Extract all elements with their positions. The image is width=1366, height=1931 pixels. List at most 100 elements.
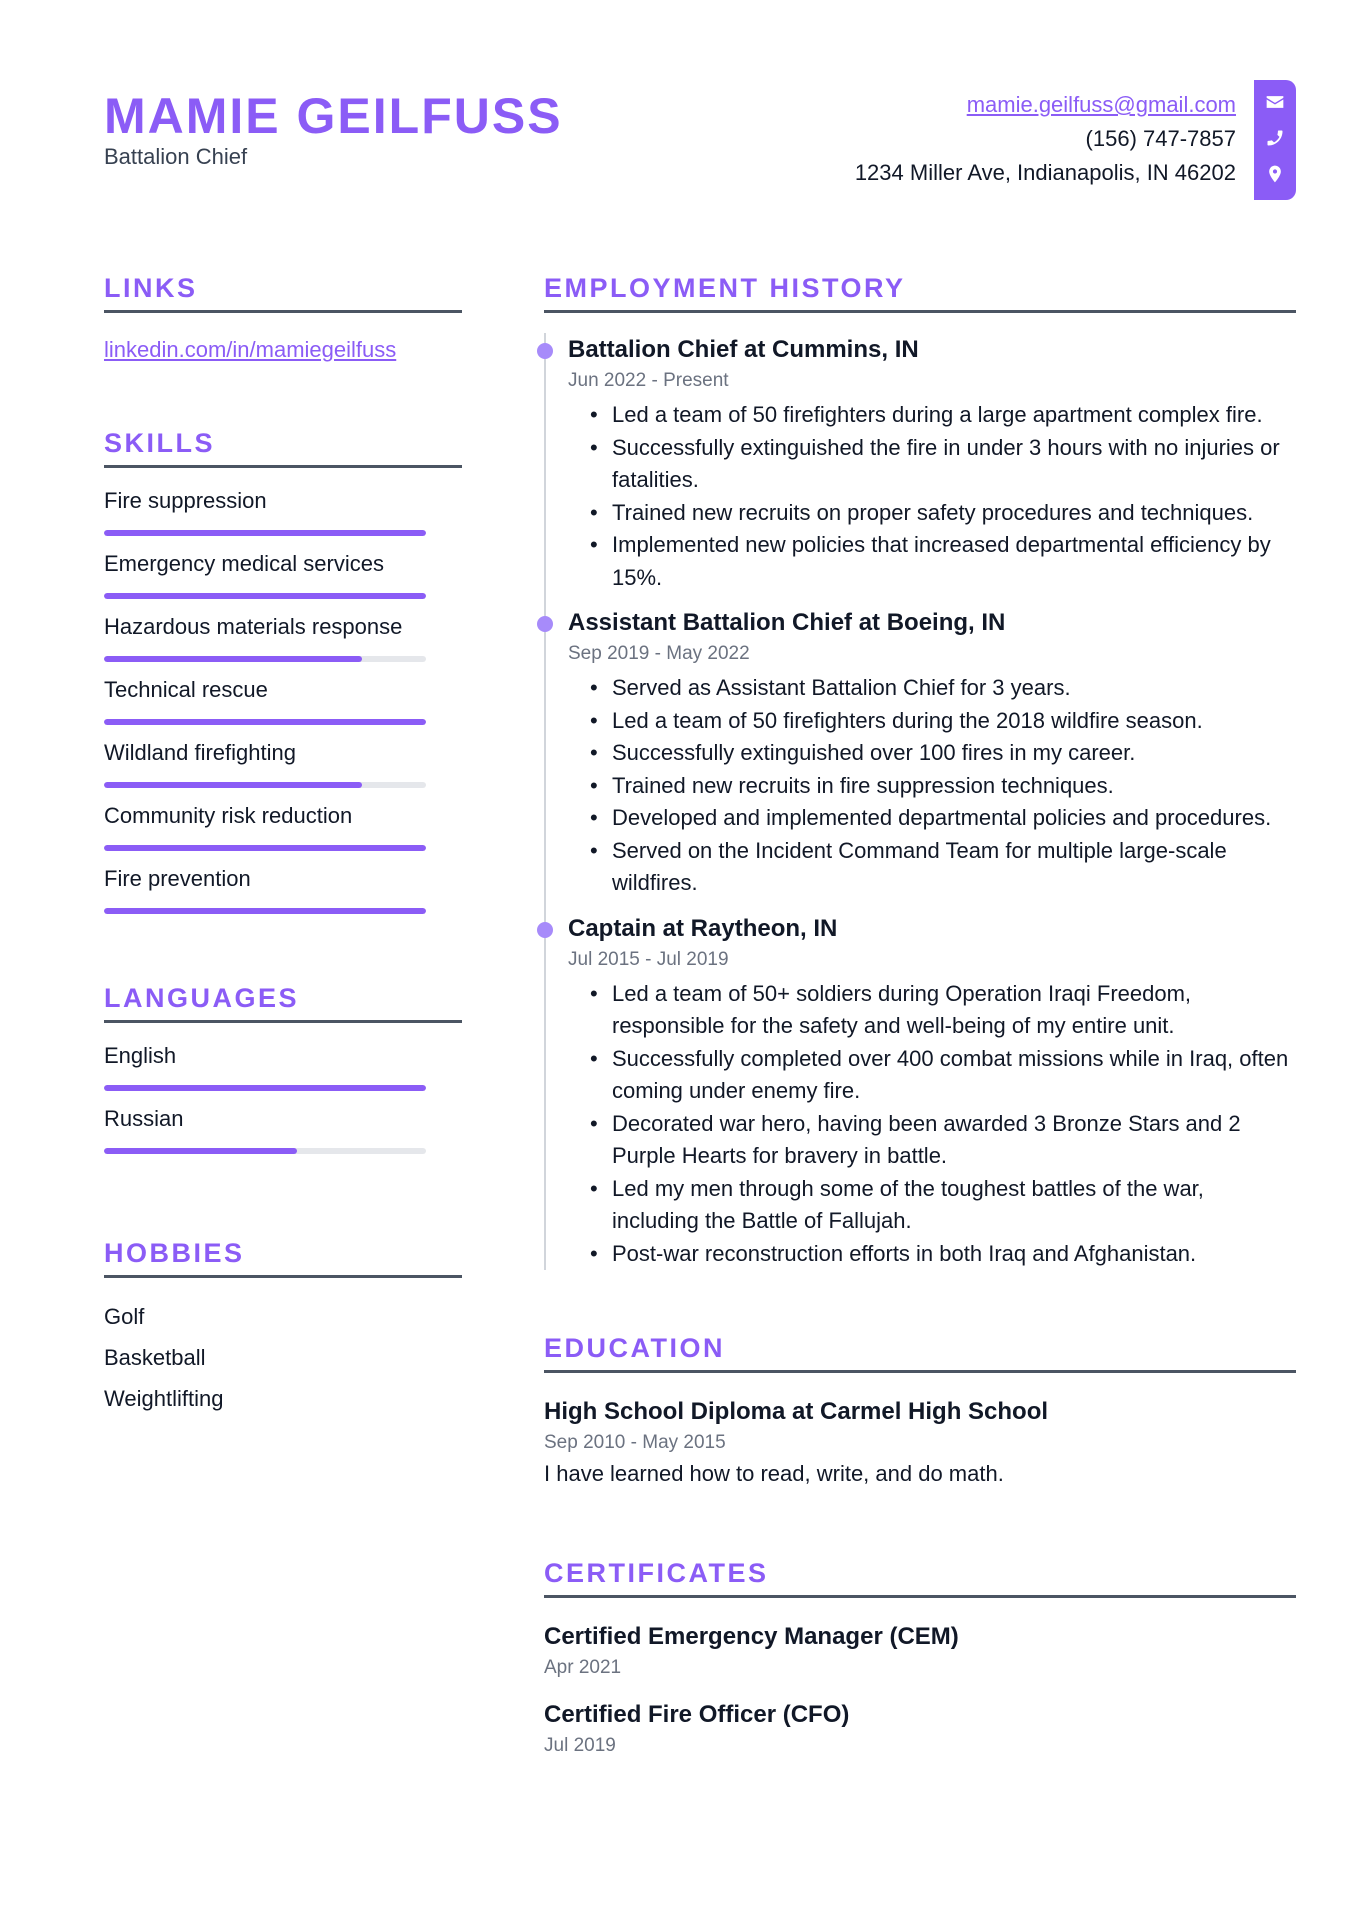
job-title: Battalion Chief — [104, 144, 248, 169]
section-title: CERTIFICATES — [544, 1555, 1296, 1598]
certificates-section: CERTIFICATES Certified Emergency Manager… — [544, 1555, 1296, 1760]
certificate-entry: Certified Fire Officer (CFO) Jul 2019 — [544, 1698, 1296, 1760]
language-item-label: English — [104, 1043, 177, 1068]
employment-section: EMPLOYMENT HISTORY Battalion Chief at Cu… — [537, 270, 1296, 1271]
bullet-item: Trained new recruits in fire suppression… — [590, 770, 1296, 803]
hobbies-list: Golf Basketball Weightlifting — [104, 1296, 462, 1419]
skill-item-label: Hazardous materials response — [104, 614, 403, 639]
skill-item-label: Technical rescue — [104, 677, 268, 702]
bullet-item: Developed and implemented departmental p… — [590, 802, 1296, 835]
level-bar-track — [104, 1148, 426, 1154]
certificate-date: Apr 2021 — [544, 1657, 622, 1678]
hobbies-section: HOBBIES Golf Basketball Weightlifting — [104, 1235, 462, 1419]
section-title: SKILLS — [104, 425, 462, 468]
bullet-item: Led a team of 50 firefighters during a l… — [590, 399, 1296, 432]
job-bullets: Led a team of 50+ soldiers during Operat… — [568, 978, 1296, 1271]
hobby-item: Basketball — [104, 1345, 206, 1370]
skill-item-label: Fire prevention — [104, 866, 251, 891]
level-bar-track — [104, 656, 426, 662]
education-date: Sep 2010 - May 2015 — [544, 1432, 726, 1453]
address: 1234 Miller Ave, Indianapolis, IN 46202 — [854, 160, 1236, 185]
timeline-dot-icon — [537, 921, 553, 938]
timeline-dot-icon — [537, 616, 553, 632]
languages-list: English Russian — [104, 1037, 462, 1163]
level-bar-track — [104, 908, 426, 914]
contact-info: mamie.geilfuss@gmail.com (156) 747-7857 … — [855, 88, 1236, 190]
section-title: LANGUAGES — [104, 980, 462, 1023]
job-entry: Captain at Raytheon, IN Jul 2015 - Jul 20… — [537, 912, 1296, 1271]
skills-list: Fire suppression Emergency medical servic… — [104, 482, 462, 923]
bullet-item: Led my men through some of the toughest … — [590, 1173, 1296, 1238]
job-bullets: Led a team of 50 firefighters during a l… — [568, 399, 1296, 594]
certificate-title: Certified Emergency Manager (CEM) — [544, 1623, 959, 1650]
phone-icon — [1265, 128, 1285, 153]
bullet-item: Trained new recruits on proper safety pr… — [590, 497, 1296, 530]
level-bar-fill — [104, 1085, 426, 1091]
level-bar-track — [104, 782, 426, 788]
job-entry-title: Captain at Raytheon, IN — [568, 914, 838, 942]
bullet-item: Served as Assistant Battalion Chief for … — [590, 672, 1296, 705]
bullet-item: Decorated war hero, having been awarded … — [590, 1108, 1296, 1173]
bullet-item: Successfully extinguished the fire in un… — [590, 432, 1296, 497]
level-bar-fill — [104, 908, 426, 914]
timeline-dot-icon — [537, 343, 553, 359]
level-bar-track — [104, 530, 426, 536]
bullet-item: Successfully extinguished over 100 fires… — [590, 737, 1296, 770]
skills-section: SKILLS Fire suppression Emergency medical… — [104, 425, 462, 923]
job-entry: Battalion Chief at Cummins, IN Jun 2022 -… — [537, 333, 1296, 594]
skill-item: Fire suppression — [104, 482, 462, 545]
language-item: English — [104, 1037, 462, 1100]
job-entry: Assistant Battalion Chief at Boeing, IN S… — [537, 606, 1296, 900]
level-bar-fill — [104, 719, 426, 725]
skill-item: Community risk reduction — [104, 797, 462, 860]
language-item-label: Russian — [104, 1106, 184, 1131]
job-entry-date: Jun 2022 - Present — [568, 370, 729, 391]
education-entry: High School Diploma at Carmel High Schoo… — [544, 1395, 1296, 1491]
education-section: EDUCATION High School Diploma at Carmel … — [544, 1330, 1296, 1491]
level-bar-fill — [104, 1148, 298, 1154]
section-title: EDUCATION — [544, 1330, 1296, 1373]
skill-item-label: Emergency medical services — [104, 551, 384, 576]
bullet-item: Led a team of 50+ soldiers during Operat… — [590, 978, 1296, 1043]
job-entry-date: Sep 2019 - May 2022 — [568, 643, 750, 664]
certificate-entry: Certified Emergency Manager (CEM) Apr 20… — [544, 1620, 1296, 1682]
level-bar-track — [104, 593, 426, 599]
skill-item-label: Fire suppression — [104, 488, 267, 513]
language-item: Russian — [104, 1100, 462, 1163]
section-title: HOBBIES — [104, 1235, 462, 1278]
education-title: High School Diploma at Carmel High Schoo… — [544, 1398, 1049, 1425]
level-bar-fill — [104, 782, 362, 788]
employment-timeline: Battalion Chief at Cummins, IN Jun 2022 -… — [537, 333, 1296, 1271]
linkedin-link[interactable]: linkedin.com/in/mamiegeilfuss — [104, 335, 462, 365]
phone-number: (156) 747-7857 — [1085, 126, 1236, 151]
section-title: LINKS — [104, 270, 462, 313]
job-entry-title: Assistant Battalion Chief at Boeing, IN — [568, 609, 1006, 636]
links-section: LINKS linkedin.com/in/mamiegeilfuss — [104, 270, 462, 365]
bullet-item: Led a team of 50 firefighters during the… — [590, 705, 1296, 738]
contact-icon-bar — [1254, 80, 1296, 200]
candidate-name: MAMIE GEILFUSS — [104, 88, 563, 144]
level-bar-fill — [104, 593, 426, 599]
skill-item: Fire prevention — [104, 860, 462, 923]
level-bar-track — [104, 845, 426, 851]
level-bar-track — [104, 719, 426, 725]
bullet-item: Implemented new policies that increased … — [590, 529, 1296, 594]
skill-item-label: Wildland firefighting — [104, 740, 296, 765]
job-entry-date: Jul 2015 - Jul 2019 — [568, 948, 729, 970]
bullet-item: Post-war reconstruction efforts in both … — [590, 1238, 1296, 1271]
section-title: EMPLOYMENT HISTORY — [544, 270, 1296, 313]
level-bar-track — [104, 1085, 426, 1091]
education-description: I have learned how to read, write, and d… — [544, 1461, 1004, 1486]
certificate-title: Certified Fire Officer (CFO) — [544, 1701, 850, 1728]
hobby-item: Golf — [104, 1304, 145, 1329]
skill-item-label: Community risk reduction — [104, 803, 353, 828]
job-bullets: Served as Assistant Battalion Chief for … — [568, 672, 1296, 900]
level-bar-fill — [104, 845, 426, 851]
email-link[interactable]: mamie.geilfuss@gmail.com — [967, 92, 1236, 117]
bullet-item: Served on the Incident Command Team for … — [590, 835, 1296, 900]
certificate-date: Jul 2019 — [544, 1735, 616, 1756]
level-bar-fill — [104, 530, 426, 536]
main-content: EMPLOYMENT HISTORY Battalion Chief at Cu… — [537, 270, 1296, 1760]
envelope-icon — [1265, 92, 1285, 117]
map-pin-icon — [1265, 164, 1285, 189]
